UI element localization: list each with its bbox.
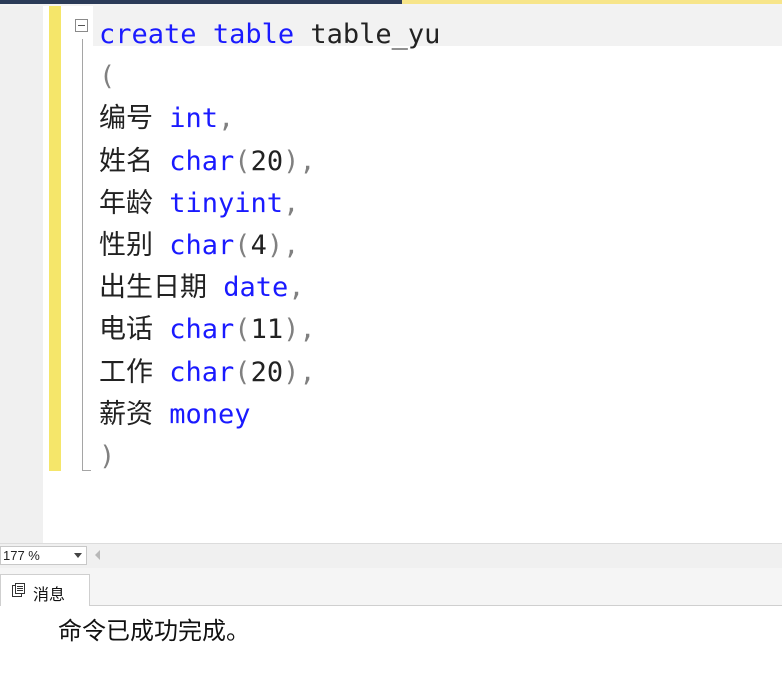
- sql-keyword: table: [212, 19, 295, 50]
- code-line[interactable]: 工作 char(20),: [99, 352, 440, 394]
- code-token: (: [99, 61, 116, 93]
- code-line[interactable]: (: [99, 56, 440, 98]
- outline-guide-end: [82, 470, 91, 471]
- code-line[interactable]: 年龄 tinyint,: [99, 183, 440, 225]
- code-token: 出生日期: [99, 272, 207, 304]
- code-token: (: [234, 314, 251, 346]
- change-tracking-bar: [49, 6, 61, 471]
- code-token: table_yu: [294, 19, 441, 50]
- code-token: (: [234, 356, 251, 388]
- code-line[interactable]: ): [99, 436, 440, 478]
- sql-keyword: date: [223, 272, 289, 304]
- sql-keyword: int: [169, 103, 219, 135]
- code-text[interactable]: create table table_yu(编号 int, 姓名 char(20)…: [99, 14, 440, 478]
- results-tabbar: 消息: [0, 568, 782, 606]
- code-token: 姓名: [99, 145, 153, 177]
- tab-strip-active: [0, 0, 402, 4]
- code-token: 年龄: [99, 187, 153, 219]
- tab-messages-label: 消息: [33, 585, 66, 604]
- code-token: ),: [283, 145, 316, 177]
- code-token: 编号: [99, 103, 153, 135]
- code-line[interactable]: 电话 char(11),: [99, 309, 440, 351]
- sql-keyword: char: [169, 314, 235, 346]
- code-token: 性别: [99, 229, 153, 261]
- sql-keyword: char: [169, 356, 235, 388]
- code-token: ,: [218, 103, 235, 135]
- code-token: ,: [283, 187, 300, 219]
- messages-icon: [12, 583, 25, 597]
- code-line[interactable]: 编号 int,: [99, 98, 440, 140]
- code-line[interactable]: 性别 char(4),: [99, 225, 440, 267]
- code-line[interactable]: 出生日期 date,: [99, 267, 440, 309]
- collapse-icon[interactable]: [75, 19, 88, 32]
- code-line[interactable]: create table table_yu: [99, 14, 440, 56]
- sql-keyword: char: [169, 229, 235, 261]
- code-token: ),: [283, 356, 316, 388]
- code-token: ),: [266, 229, 300, 261]
- sql-keyword: money: [169, 398, 251, 430]
- sql-keyword: char: [169, 145, 235, 177]
- code-token: 工作: [99, 356, 153, 388]
- tab-messages[interactable]: 消息: [0, 574, 90, 606]
- code-token: 电话: [99, 314, 153, 346]
- sql-keyword: create: [99, 19, 197, 50]
- query-editor[interactable]: create table table_yu(编号 int, 姓名 char(20)…: [0, 6, 782, 543]
- zoom-dropdown[interactable]: 177 %: [0, 546, 87, 565]
- editor-status-bar: 177 %: [0, 543, 782, 568]
- code-token: 11: [250, 314, 284, 346]
- code-token: (: [234, 145, 251, 177]
- code-line[interactable]: 姓名 char(20),: [99, 141, 440, 183]
- code-token: 20: [250, 356, 284, 388]
- code-token: 20: [250, 145, 284, 177]
- code-token: 薪资: [99, 398, 153, 430]
- scroll-left-icon[interactable]: [95, 550, 100, 560]
- code-token: ): [99, 440, 116, 472]
- outline-guide: [82, 39, 83, 471]
- chevron-down-icon[interactable]: [74, 553, 82, 558]
- code-token: ,: [288, 272, 305, 304]
- sql-keyword: tinyint: [169, 187, 284, 219]
- editor-gutter: [0, 6, 43, 543]
- code-line[interactable]: 薪资 money: [99, 394, 440, 436]
- code-token: 4: [250, 229, 267, 261]
- tab-strip-unsaved: [402, 0, 782, 4]
- code-token: (: [234, 229, 251, 261]
- code-token: ),: [283, 314, 316, 346]
- result-message: 命令已成功完成。: [58, 617, 250, 645]
- zoom-value: 177 %: [3, 548, 40, 563]
- messages-panel: 命令已成功完成。: [0, 606, 782, 679]
